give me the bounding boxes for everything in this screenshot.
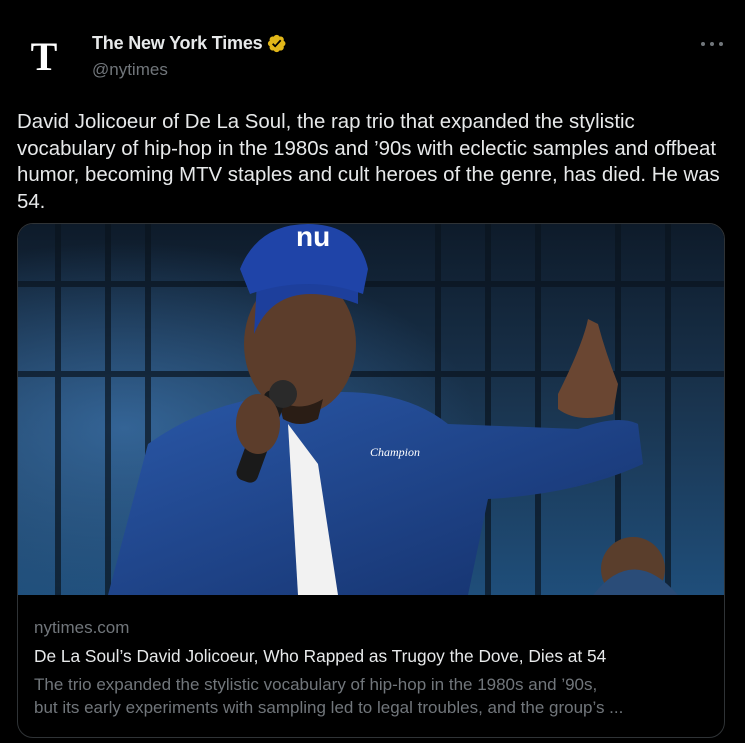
author-avatar[interactable]: T bbox=[16, 29, 72, 85]
card-description-line: The trio expanded the stylistic vocabula… bbox=[34, 675, 598, 694]
dot bbox=[710, 42, 714, 46]
author-handle[interactable]: @nytimes bbox=[92, 60, 168, 80]
nyt-logo: T bbox=[30, 34, 58, 79]
card-title[interactable]: De La Soul’s David Jolicoeur, Who Rapped… bbox=[34, 646, 708, 667]
cap-logo-text: nu bbox=[296, 224, 330, 252]
more-options-icon[interactable] bbox=[701, 34, 723, 54]
article-photo[interactable]: Champion nu bbox=[18, 224, 724, 595]
verified-badge-icon bbox=[268, 34, 286, 53]
author-name-row: The New York Times bbox=[92, 33, 287, 54]
card-description: The trio expanded the stylistic vocabula… bbox=[34, 673, 708, 719]
card-meta: nytimes.com De La Soul’s David Jolicoeur… bbox=[34, 618, 708, 719]
card-description-line: but its early experiments with sampling … bbox=[34, 698, 624, 717]
author-name[interactable]: The New York Times bbox=[92, 33, 263, 54]
dot bbox=[719, 42, 723, 46]
tweet-text: David Jolicoeur of De La Soul, the rap t… bbox=[17, 111, 720, 213]
card-domain[interactable]: nytimes.com bbox=[34, 618, 708, 638]
link-card[interactable]: Champion nu nytimes.com De La Soul’s Dav… bbox=[17, 223, 725, 738]
jacket-logo-text: Champion bbox=[370, 445, 420, 459]
dot bbox=[701, 42, 705, 46]
